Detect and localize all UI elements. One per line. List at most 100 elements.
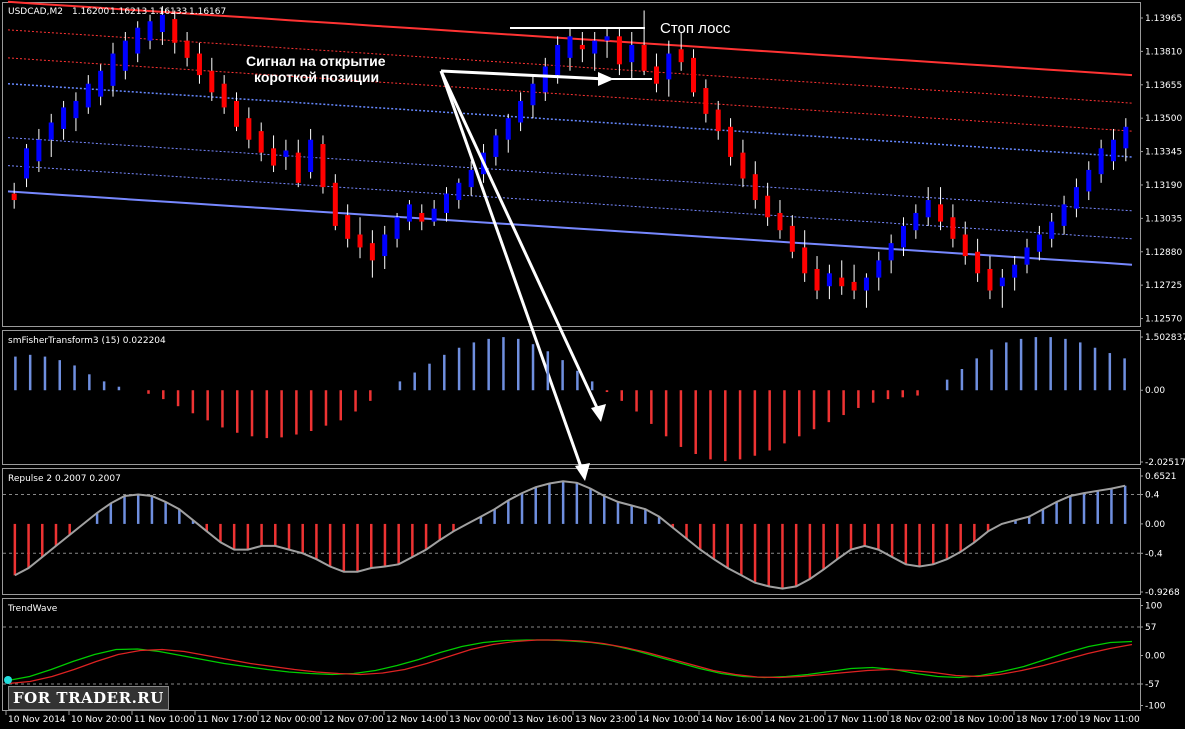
candle-body <box>468 169 474 188</box>
candle-body <box>85 83 91 108</box>
candle-body <box>36 139 42 162</box>
candle-body <box>73 100 79 119</box>
signal-label-line2: короткой позиции <box>254 69 379 85</box>
repulse-bars <box>13 481 1127 589</box>
price-high: 1.16213 <box>110 7 147 17</box>
candle-body <box>456 182 462 201</box>
candle-body <box>900 225 906 248</box>
trendwave-title: TrendWave <box>7 604 58 614</box>
candle-body <box>752 174 758 201</box>
candle-body <box>678 49 684 63</box>
candle-body <box>925 200 931 218</box>
candle-body <box>839 277 845 287</box>
trading-chart: 1.13965 1.13810 1.13655 1.13500 1.13345 1.131… <box>2 0 1185 725</box>
candle-body <box>234 100 240 127</box>
candle-body <box>382 234 388 257</box>
y-tick-label: 0.00 <box>1145 652 1165 662</box>
x-tick-label: 18 Nov 17:00 <box>1016 715 1077 725</box>
candles[interactable] <box>11 6 1129 308</box>
x-tick-label: 10 Nov 2014 <box>8 715 66 725</box>
trendwave-levels <box>3 626 1140 685</box>
x-tick-label: 18 Nov 10:00 <box>953 715 1014 725</box>
time-axis: 10 Nov 2014 10 Nov 20:00 11 Nov 10:00 11 No… <box>5 711 1140 725</box>
candle-body <box>295 152 301 183</box>
x-tick-label: 12 Nov 07:00 <box>323 715 384 725</box>
candle-body <box>110 53 116 86</box>
x-tick-label: 11 Nov 10:00 <box>134 715 195 725</box>
candle-body <box>789 225 795 252</box>
candle-body <box>653 66 659 84</box>
candle-body <box>975 251 981 274</box>
arrow-to-price <box>440 69 607 81</box>
candle-body <box>1036 234 1042 252</box>
candle-body <box>493 135 499 157</box>
candle-body <box>369 243 375 261</box>
candle-body <box>24 148 30 179</box>
candle-body <box>999 277 1005 287</box>
stop-loss-label: Стоп лосс <box>660 20 731 37</box>
fisher-title: smFisherTransform3 (15) 0.022204 <box>8 336 166 346</box>
candle-body <box>308 139 314 173</box>
y-tick-label: 1.12880 <box>1145 248 1182 258</box>
x-tick-label: 12 Nov 14:00 <box>386 715 447 725</box>
y-tick-label: 1.12725 <box>1145 281 1182 291</box>
y-tick-label: 0.4 <box>1145 491 1160 501</box>
y-tick-label: -100 <box>1145 702 1166 712</box>
candle-body <box>629 44 635 63</box>
candle-body <box>616 36 622 65</box>
candle-body <box>728 126 734 157</box>
candle-body <box>258 131 264 153</box>
y-tick-label: 1.13345 <box>1145 148 1182 158</box>
candle-body <box>147 21 153 41</box>
y-tick-label: 1.13965 <box>1145 14 1182 24</box>
candle-body <box>332 182 338 226</box>
candle-body <box>888 243 894 261</box>
panel-frames <box>2 2 1141 711</box>
x-tick-label: 14 Nov 16:00 <box>701 715 762 725</box>
candle-body <box>1049 221 1055 239</box>
candle-body <box>1024 247 1030 265</box>
candle-body <box>579 44 585 50</box>
price-title: USDCAD,M2 <box>8 7 63 17</box>
x-tick-label: 13 Nov 16:00 <box>512 715 573 725</box>
candle-body <box>48 122 54 140</box>
x-tick-label: 14 Nov 21:00 <box>764 715 825 725</box>
y-tick-label: 1.502837 <box>1145 333 1185 343</box>
candle-body <box>987 268 993 291</box>
candle-body <box>1123 126 1129 149</box>
candle-body <box>209 70 215 93</box>
candle-body <box>1098 148 1104 175</box>
repulse-title: Repulse 2 0.2007 0.2007 <box>8 474 121 484</box>
repulse-levels <box>3 494 1140 554</box>
x-tick-label: 10 Nov 20:00 <box>71 715 132 725</box>
fisher-bars <box>14 337 1126 462</box>
x-tick-label: 13 Nov 00:00 <box>449 715 510 725</box>
x-tick-label: 18 Nov 02:00 <box>890 715 951 725</box>
candle-body <box>159 14 165 33</box>
candle-body <box>1012 264 1018 278</box>
x-tick-label: 19 Nov 11:00 <box>1079 715 1140 725</box>
candle-body <box>1073 187 1079 209</box>
candle-body <box>11 193 17 201</box>
candle-body <box>530 83 536 106</box>
repulse-panel-frame <box>2 468 1141 595</box>
candle-body <box>345 215 351 239</box>
candle-body <box>913 212 919 231</box>
candle-body <box>271 148 277 166</box>
y-tick-label: 1.13810 <box>1145 47 1182 57</box>
y-tick-label: -0.9268 <box>1145 588 1180 598</box>
signal-arrows <box>439 69 614 481</box>
repulse-line <box>14 480 1126 590</box>
candle-body <box>876 260 882 278</box>
trendwave-series <box>7 639 1133 682</box>
y-tick-label: 100 <box>1145 602 1162 612</box>
candle-body <box>98 70 104 97</box>
candle-body <box>320 144 326 188</box>
candle-body <box>1110 139 1116 162</box>
candle-body <box>135 27 141 54</box>
candle-body <box>740 152 746 179</box>
candle-body <box>61 107 67 129</box>
trendwave-start-dot <box>4 676 12 684</box>
y-tick-label: 1.12570 <box>1145 315 1182 325</box>
y-tick-label: 1.13035 <box>1145 214 1182 224</box>
